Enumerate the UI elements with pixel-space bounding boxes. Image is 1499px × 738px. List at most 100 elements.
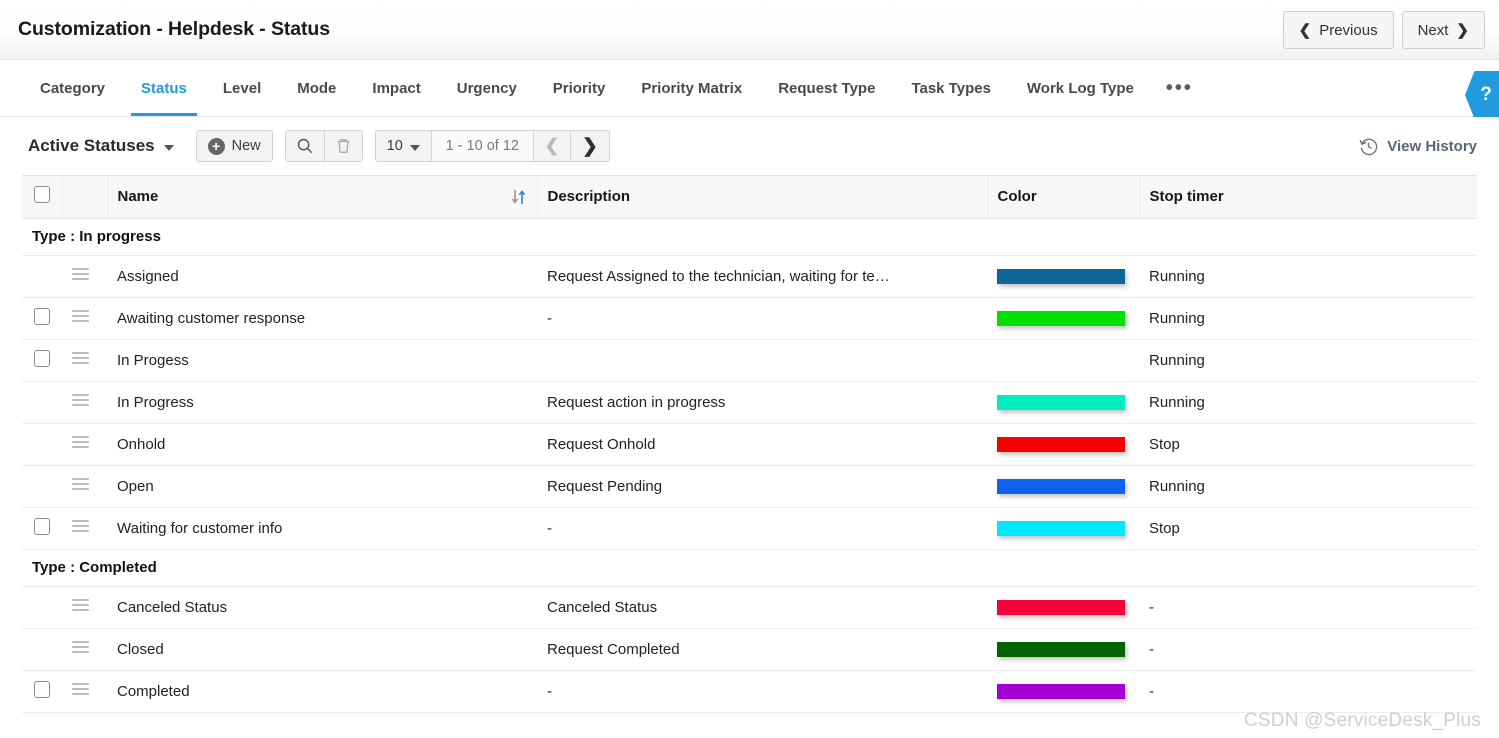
cell-color	[987, 628, 1139, 670]
drag-handle-icon[interactable]	[72, 681, 89, 698]
cell-name[interactable]: Canceled Status	[107, 586, 537, 628]
table-row[interactable]: In ProgressRequest action in progressRun…	[22, 381, 1477, 423]
view-history-button[interactable]: View History	[1359, 137, 1477, 156]
delete-button[interactable]	[324, 130, 363, 162]
column-header-color[interactable]: Color	[987, 176, 1139, 218]
row-select-cell	[22, 586, 62, 628]
drag-handle-icon[interactable]	[72, 597, 89, 614]
view-history-label: View History	[1387, 138, 1477, 155]
tab-mode[interactable]: Mode	[279, 60, 354, 116]
next-button-label: Next	[1418, 22, 1449, 39]
drag-handle-icon[interactable]	[72, 434, 89, 451]
cell-name[interactable]: Awaiting customer response	[107, 297, 537, 339]
table-group-label: Type : Completed	[22, 549, 1477, 586]
row-select-checkbox[interactable]	[34, 681, 50, 698]
tab-task-types[interactable]: Task Types	[893, 60, 1008, 116]
cell-color	[987, 255, 1139, 297]
cell-name[interactable]: Assigned	[107, 255, 537, 297]
page-size-value: 10	[387, 138, 403, 154]
table-row[interactable]: OnholdRequest OnholdStop	[22, 423, 1477, 465]
next-button[interactable]: Next ❯	[1402, 11, 1485, 49]
tab-status[interactable]: Status	[123, 60, 205, 116]
cell-stop-timer: Stop	[1139, 423, 1477, 465]
table-row[interactable]: ClosedRequest Completed-	[22, 628, 1477, 670]
color-swatch	[997, 642, 1125, 657]
row-select-cell	[22, 465, 62, 507]
title-bar: Customization - Helpdesk - Status ❮ Prev…	[0, 0, 1499, 60]
cell-name[interactable]: Waiting for customer info	[107, 507, 537, 549]
column-header-name[interactable]: Name	[107, 176, 537, 218]
cell-stop-timer: Running	[1139, 297, 1477, 339]
row-select-cell	[22, 255, 62, 297]
table-row[interactable]: Waiting for customer info- Stop	[22, 507, 1477, 549]
column-header-description[interactable]: Description	[537, 176, 987, 218]
row-drag-cell	[62, 423, 107, 465]
row-select-checkbox[interactable]	[34, 350, 50, 367]
row-drag-cell	[62, 381, 107, 423]
cell-stop-timer: Stop	[1139, 507, 1477, 549]
cell-name[interactable]: Open	[107, 465, 537, 507]
drag-handle-icon[interactable]	[72, 266, 89, 283]
row-drag-cell	[62, 628, 107, 670]
previous-page-button[interactable]: ❮	[533, 130, 571, 162]
record-nav-buttons: ❮ Previous Next ❯	[1283, 11, 1485, 49]
column-header-stop-timer[interactable]: Stop timer	[1139, 176, 1477, 218]
cell-description: -	[537, 297, 987, 339]
cell-color	[987, 423, 1139, 465]
tab-work-log-type[interactable]: Work Log Type	[1009, 60, 1152, 116]
cell-name[interactable]: Closed	[107, 628, 537, 670]
drag-handle-icon[interactable]	[72, 392, 89, 409]
tab-priority[interactable]: Priority	[535, 60, 624, 116]
cell-name[interactable]: In Progress	[107, 381, 537, 423]
drag-handle-icon[interactable]	[72, 476, 89, 493]
module-tab-bar: Category Status Level Mode Impact Urgenc…	[0, 60, 1499, 117]
table-row[interactable]: OpenRequest PendingRunning	[22, 465, 1477, 507]
tab-request-type[interactable]: Request Type	[760, 60, 893, 116]
drag-handle-icon[interactable]	[72, 518, 89, 535]
table-row[interactable]: AssignedRequest Assigned to the technici…	[22, 255, 1477, 297]
row-select-cell	[22, 628, 62, 670]
page-size-selector[interactable]: 10	[375, 130, 432, 162]
row-select-cell	[22, 670, 62, 712]
select-all-checkbox[interactable]	[34, 186, 50, 203]
cell-color	[987, 586, 1139, 628]
previous-button-label: Previous	[1319, 22, 1377, 39]
table-row[interactable]: Completed--	[22, 670, 1477, 712]
question-mark-icon: ?	[1480, 84, 1492, 106]
tab-overflow-menu[interactable]: •••	[1152, 60, 1207, 116]
cell-description: Request Assigned to the technician, wait…	[537, 255, 987, 297]
drag-handle-icon[interactable]	[72, 639, 89, 656]
table-header: Name	[22, 176, 1477, 218]
table-row[interactable]: Awaiting customer response- Running	[22, 297, 1477, 339]
sort-ascending-icon[interactable]	[511, 188, 527, 206]
list-view-selector[interactable]: Active Statuses	[28, 136, 174, 156]
drag-handle-icon[interactable]	[72, 350, 89, 367]
cell-description: -	[537, 507, 987, 549]
table-row[interactable]: In ProgessRunning	[22, 339, 1477, 381]
cell-name[interactable]: In Progess	[107, 339, 537, 381]
cell-name[interactable]: Onhold	[107, 423, 537, 465]
new-button[interactable]: + New	[196, 130, 273, 162]
drag-handle-icon[interactable]	[72, 308, 89, 325]
previous-button[interactable]: ❮ Previous	[1283, 11, 1394, 49]
next-page-button[interactable]: ❯	[570, 130, 610, 162]
search-icon	[297, 138, 313, 154]
chevron-right-icon: ❯	[582, 135, 598, 158]
search-button[interactable]	[285, 130, 325, 162]
color-swatch	[997, 437, 1125, 452]
cell-stop-timer: Running	[1139, 465, 1477, 507]
color-swatch	[997, 311, 1125, 326]
help-tab[interactable]: ?	[1465, 71, 1499, 119]
row-select-cell	[22, 381, 62, 423]
cell-name[interactable]: Completed	[107, 670, 537, 712]
row-select-checkbox[interactable]	[34, 308, 50, 325]
table-row[interactable]: Canceled StatusCanceled Status-	[22, 586, 1477, 628]
tab-level[interactable]: Level	[205, 60, 279, 116]
color-swatch	[997, 600, 1125, 615]
row-select-checkbox[interactable]	[34, 518, 50, 535]
row-select-cell	[22, 297, 62, 339]
tab-priority-matrix[interactable]: Priority Matrix	[623, 60, 760, 116]
tab-urgency[interactable]: Urgency	[439, 60, 535, 116]
tab-impact[interactable]: Impact	[354, 60, 438, 116]
tab-category[interactable]: Category	[22, 60, 123, 116]
